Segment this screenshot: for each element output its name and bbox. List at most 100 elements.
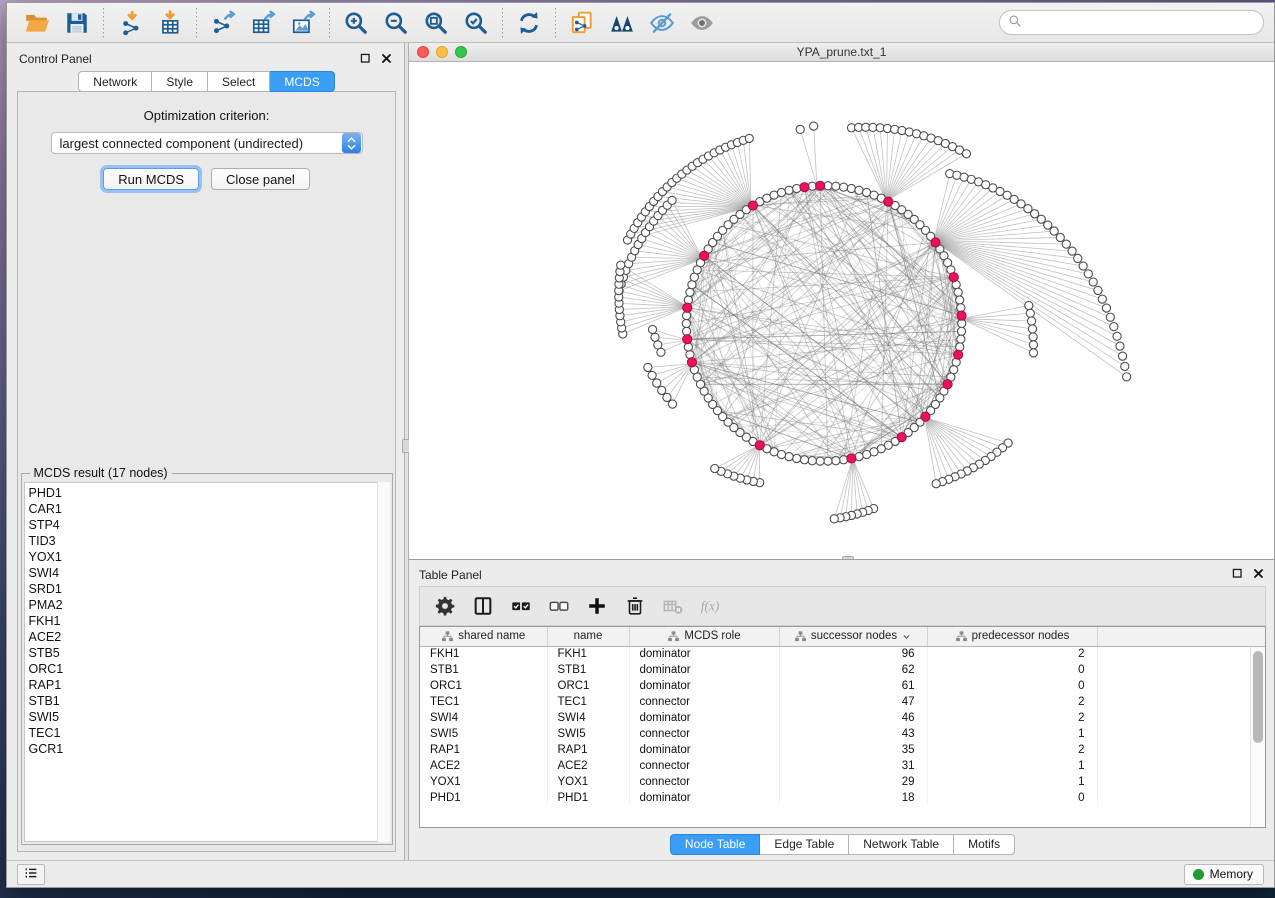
close-table-panel-icon[interactable]: [1251, 567, 1266, 582]
control-panel-header: Control Panel: [11, 47, 402, 71]
first-neighbors-icon[interactable]: [602, 6, 642, 40]
export-image-icon[interactable]: [283, 6, 323, 40]
mcds-result-item[interactable]: SRD1: [29, 581, 389, 597]
column-header-filler: [1097, 627, 1265, 646]
control-panel-tabs: NetworkStyleSelectMCDS: [11, 71, 402, 92]
float-panel-icon[interactable]: [358, 52, 373, 67]
tab-network[interactable]: Network: [78, 71, 152, 92]
table-body: FKH1FKH1dominator962STB1STB1dominator620…: [420, 646, 1265, 806]
window-zoom-traffic-light[interactable]: [455, 46, 467, 58]
column-header-shared-name[interactable]: shared name: [420, 627, 547, 646]
window-minimize-traffic-light[interactable]: [436, 46, 448, 58]
memory-button[interactable]: Memory: [1184, 864, 1264, 885]
close-panel-button[interactable]: Close panel: [211, 168, 310, 190]
settings-gear-icon[interactable]: [428, 590, 462, 622]
search-input[interactable]: [1028, 16, 1255, 30]
mcds-result-item[interactable]: STB1: [29, 693, 389, 709]
mcds-result-item[interactable]: CAR1: [29, 501, 389, 517]
zoom-selected-icon[interactable]: [456, 6, 496, 40]
tab-style[interactable]: Style: [152, 71, 208, 92]
mcds-result-item[interactable]: TEC1: [29, 725, 389, 741]
search-icon: [1008, 14, 1028, 31]
application-window: Control Panel NetworkStyleSelectMCDS Opt…: [6, 2, 1275, 888]
table-row[interactable]: ACE2ACE2connector311: [420, 758, 1265, 774]
save-session-icon[interactable]: [57, 6, 97, 40]
column-header-successor-nodes[interactable]: successor nodes: [779, 627, 927, 646]
close-panel-icon[interactable]: [379, 52, 394, 67]
show-all-icon[interactable]: [682, 6, 722, 40]
column-header-name[interactable]: name: [547, 627, 629, 646]
mcds-result-item[interactable]: RAP1: [29, 677, 389, 693]
run-mcds-button[interactable]: Run MCDS: [103, 168, 199, 190]
table-row[interactable]: TEC1TEC1connector472: [420, 694, 1265, 710]
tab-select[interactable]: Select: [208, 71, 270, 92]
mcds-result-item[interactable]: PHD1: [29, 485, 389, 501]
window-close-traffic-light[interactable]: [417, 46, 429, 58]
zoom-fit-icon[interactable]: [416, 6, 456, 40]
mcds-result-item[interactable]: TID3: [29, 533, 389, 549]
network-window: YPA_prune.txt_1: [409, 43, 1274, 560]
table-row[interactable]: ORC1ORC1dominator610: [420, 678, 1265, 694]
tab-mcds[interactable]: MCDS: [270, 71, 334, 92]
unselect-all-columns-icon[interactable]: [542, 590, 576, 622]
clone-network-icon[interactable]: [562, 6, 602, 40]
network-view[interactable]: [409, 62, 1274, 559]
table-row[interactable]: STB1STB1dominator620: [420, 662, 1265, 678]
table-tab-edge-table[interactable]: Edge Table: [760, 834, 849, 855]
mcds-result-list[interactable]: PHD1CAR1STP4TID3YOX1SWI4SRD1PMA2FKH1ACE2…: [24, 482, 390, 842]
import-table-icon[interactable]: [150, 6, 190, 40]
search-box[interactable]: [999, 10, 1264, 35]
add-column-icon[interactable]: [580, 590, 614, 622]
zoom-in-icon[interactable]: [336, 6, 376, 40]
table-tab-node-table[interactable]: Node Table: [670, 834, 761, 855]
export-network-icon[interactable]: [203, 6, 243, 40]
mcds-result-item[interactable]: FKH1: [29, 613, 389, 629]
mcds-result-item[interactable]: SWI5: [29, 709, 389, 725]
float-table-panel-icon[interactable]: [1230, 567, 1245, 582]
column-header-MCDS-role[interactable]: MCDS role: [629, 627, 779, 646]
table-panel-title: Table Panel: [419, 568, 482, 582]
mcds-panel: Optimization criterion: largest connecte…: [17, 91, 396, 852]
mcds-result-item[interactable]: SWI4: [29, 565, 389, 581]
mcds-result-item[interactable]: STB5: [29, 645, 389, 661]
select-all-columns-icon[interactable]: [504, 590, 538, 622]
table-tab-motifs[interactable]: Motifs: [954, 834, 1015, 855]
node-table: shared namenameMCDS rolesuccessor nodesp…: [419, 626, 1266, 828]
network-titlebar: YPA_prune.txt_1: [409, 43, 1274, 62]
table-row[interactable]: FKH1FKH1dominator962: [420, 646, 1265, 662]
table-row[interactable]: RAP1RAP1dominator352: [420, 742, 1265, 758]
mcds-result-item[interactable]: PMA2: [29, 597, 389, 613]
table-row[interactable]: SWI5SWI5connector431: [420, 726, 1265, 742]
table-row[interactable]: SWI4SWI4dominator462: [420, 710, 1265, 726]
mcds-result-item[interactable]: GCR1: [29, 741, 389, 757]
table-scrollbar[interactable]: [1250, 647, 1265, 827]
table-row[interactable]: YOX1YOX1connector291: [420, 774, 1265, 790]
zoom-out-icon[interactable]: [376, 6, 416, 40]
refresh-icon[interactable]: [509, 6, 549, 40]
mcds-result-item[interactable]: ORC1: [29, 661, 389, 677]
column-layout-icon[interactable]: [466, 590, 500, 622]
dropdown-stepper-icon: [342, 133, 361, 153]
export-table-icon[interactable]: [243, 6, 283, 40]
svg-text:f(x): f(x): [701, 598, 720, 613]
open-file-icon[interactable]: [17, 6, 57, 40]
mcds-result-item[interactable]: YOX1: [29, 549, 389, 565]
delete-column-icon[interactable]: [618, 590, 652, 622]
status-bar: Memory: [7, 860, 1274, 887]
task-history-button[interactable]: [17, 864, 45, 885]
column-header-predecessor-nodes[interactable]: predecessor nodes: [927, 627, 1097, 646]
table-row[interactable]: PHD1PHD1dominator180: [420, 790, 1265, 806]
hide-selected-icon[interactable]: [642, 6, 682, 40]
table-tab-network-table[interactable]: Network Table: [849, 834, 954, 855]
import-network-icon[interactable]: [110, 6, 150, 40]
table-scrollbar-thumb[interactable]: [1253, 651, 1263, 743]
mcds-result-item[interactable]: ACE2: [29, 629, 389, 645]
control-panel: Control Panel NetworkStyleSelectMCDS Opt…: [7, 43, 404, 860]
mcds-result-item[interactable]: STP4: [29, 517, 389, 533]
criterion-dropdown[interactable]: largest connected component (undirected): [51, 132, 363, 154]
function-builder-icon: f(x): [694, 590, 728, 622]
memory-label: Memory: [1210, 867, 1253, 881]
horizontal-splitter-handle[interactable]: [842, 556, 854, 559]
toolbar-separator: [329, 8, 330, 38]
mcds-result-scrollbar[interactable]: [377, 482, 390, 842]
